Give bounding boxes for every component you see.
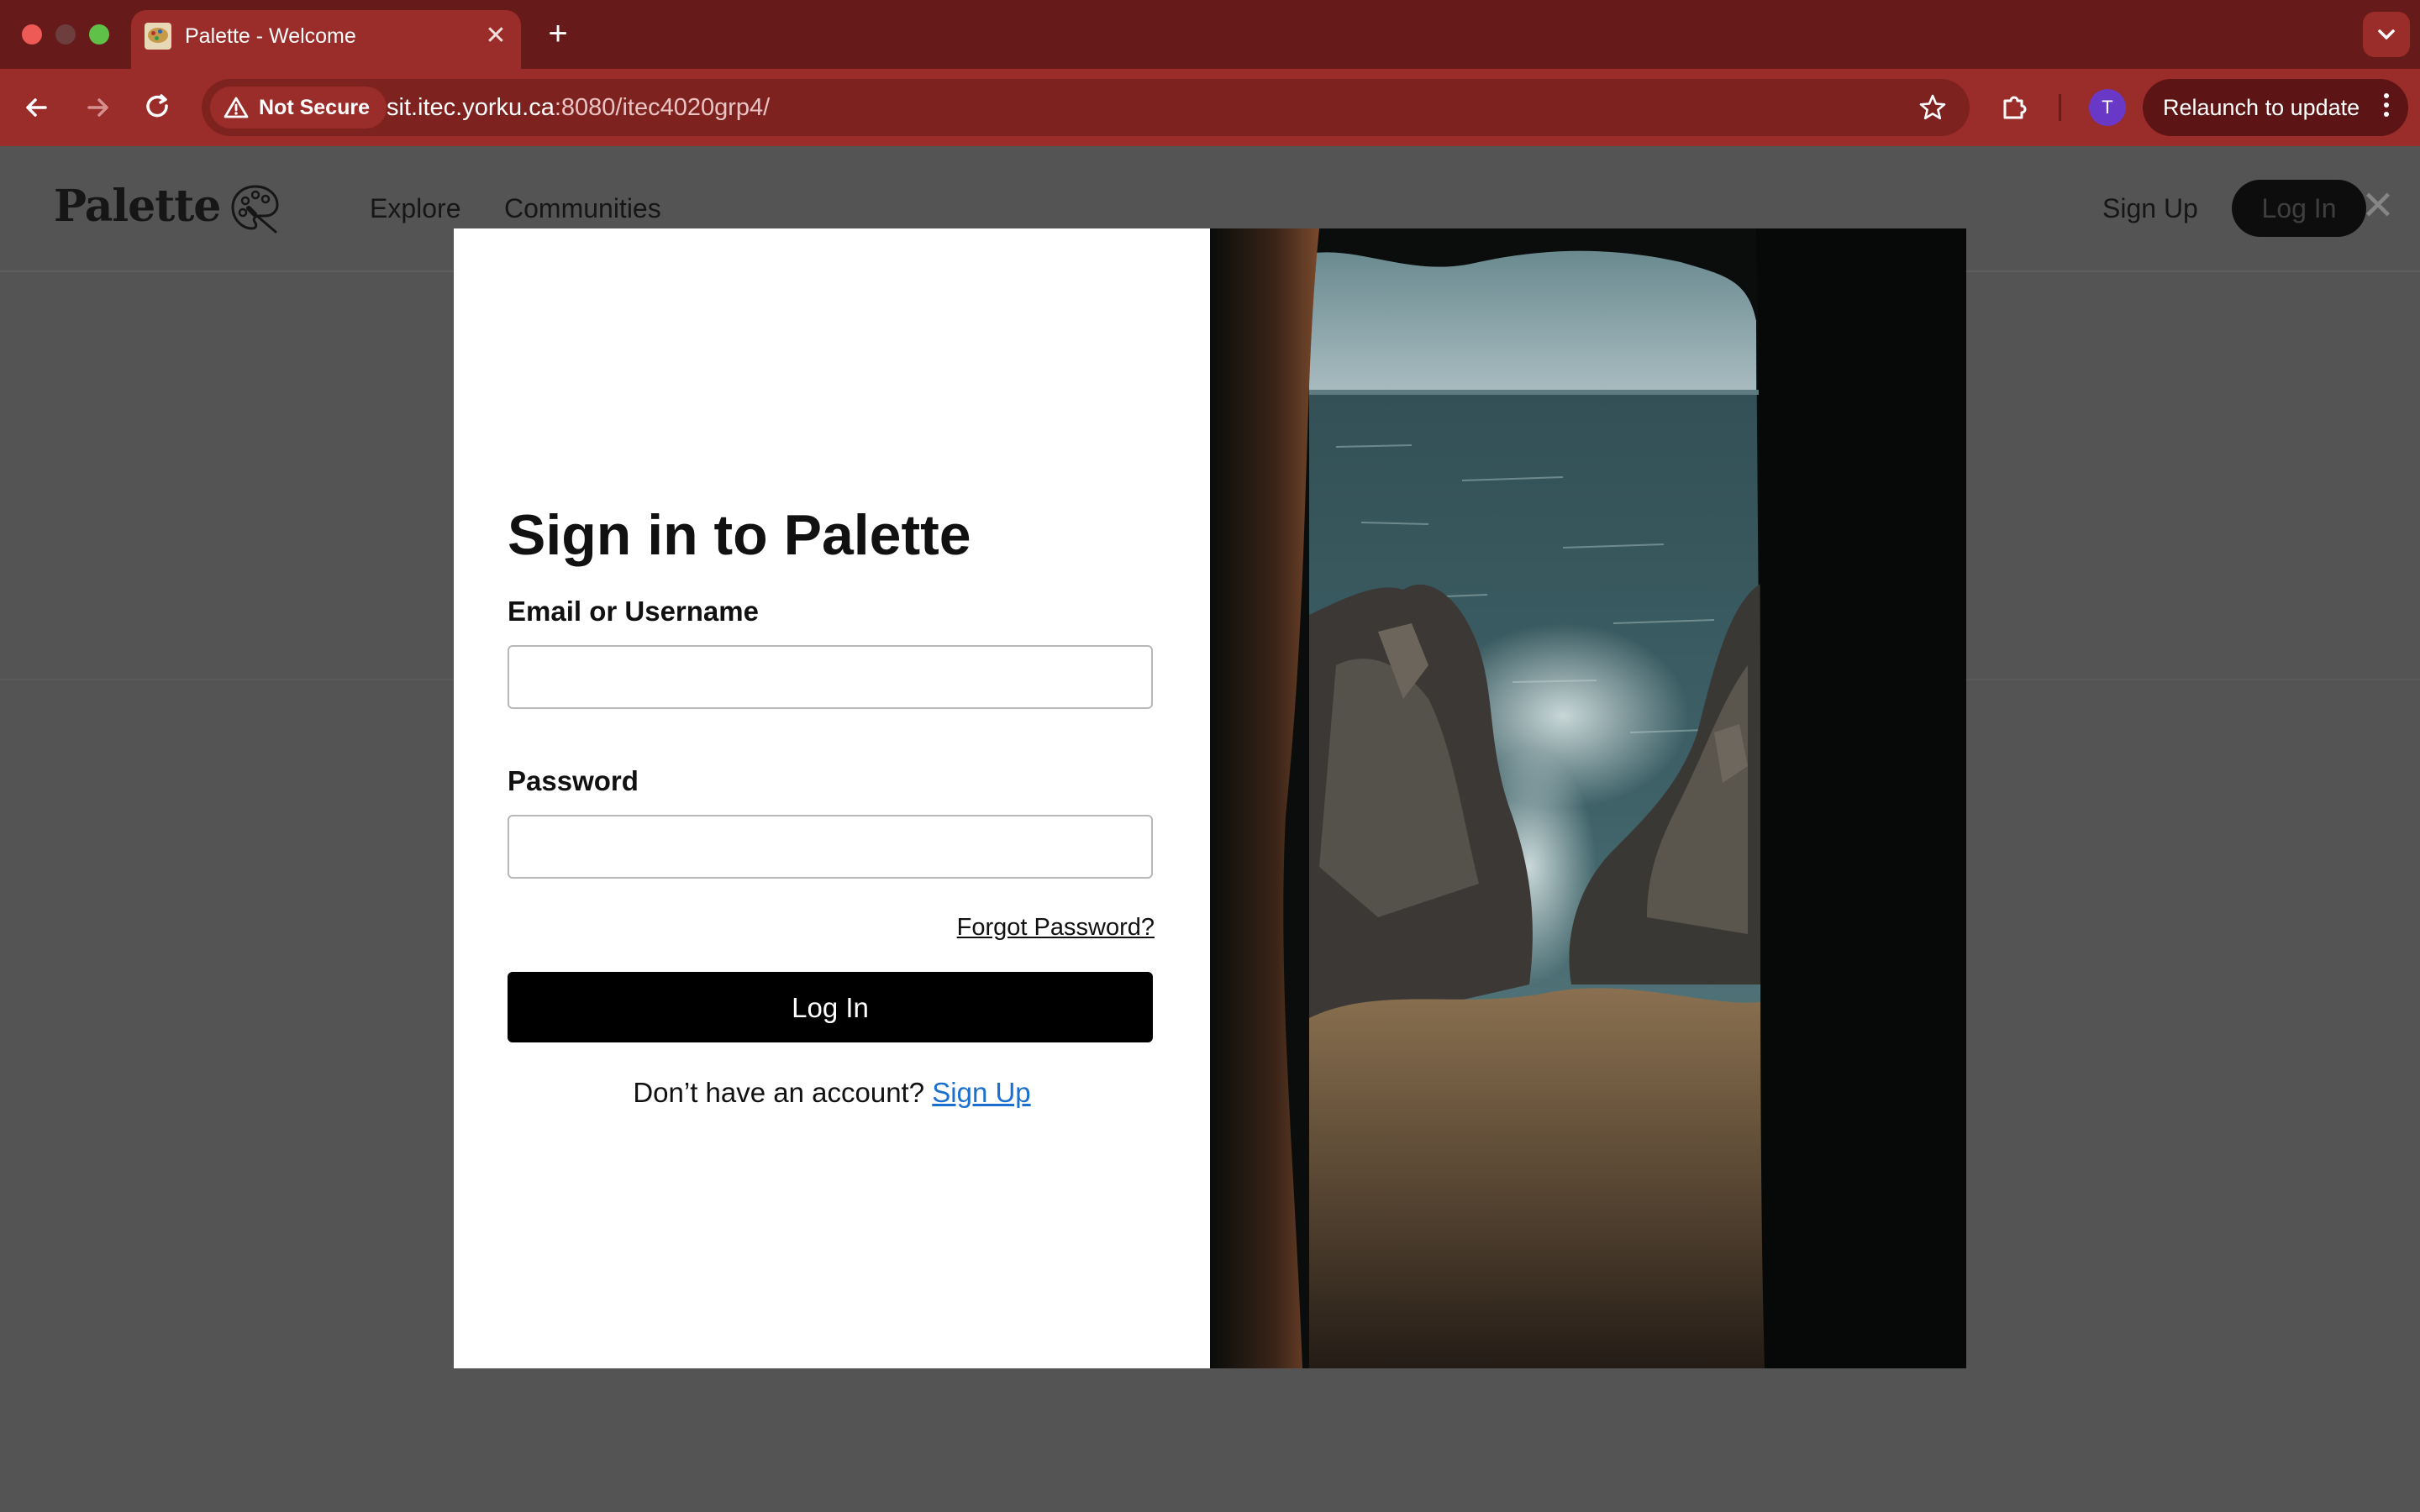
- nav-communities[interactable]: Communities: [504, 192, 661, 225]
- extensions-button[interactable]: [1995, 87, 2035, 128]
- email-field[interactable]: [508, 645, 1153, 709]
- back-button[interactable]: [17, 87, 57, 128]
- address-bar[interactable]: Not Secure sit.itec.yorku.ca:8080/itec40…: [202, 79, 1970, 136]
- new-tab-icon[interactable]: +: [541, 17, 575, 50]
- password-field[interactable]: [508, 815, 1153, 879]
- url-host: sit.itec.yorku.ca: [387, 94, 555, 121]
- nav-log-in-button[interactable]: Log In: [2232, 180, 2366, 237]
- forward-button[interactable]: [77, 87, 118, 128]
- chevron-down-icon: [2378, 29, 2395, 39]
- relaunch-label: Relaunch to update: [2163, 95, 2360, 120]
- security-label: Not Secure: [259, 95, 370, 119]
- bookmark-button[interactable]: [1918, 92, 1948, 123]
- browser-tab-strip: Palette - Welcome ✕ +: [0, 0, 2420, 69]
- url-text[interactable]: sit.itec.yorku.ca:8080/itec4020grp4/: [387, 93, 770, 122]
- site-logo[interactable]: Palette: [54, 180, 221, 234]
- browser-tab-active[interactable]: Palette - Welcome ✕: [131, 10, 521, 69]
- forgot-password-link[interactable]: Forgot Password?: [957, 914, 1155, 942]
- palette-icon: [231, 185, 279, 234]
- star-icon: [1919, 94, 1946, 120]
- arrow-right-icon: [87, 98, 108, 117]
- tab-search-button[interactable]: [2363, 12, 2410, 57]
- palette-favicon-icon: [145, 23, 171, 50]
- hero-image: [1210, 228, 1966, 1368]
- close-icon[interactable]: ✕: [2360, 186, 2396, 227]
- nav-sign-up[interactable]: Sign Up: [2102, 192, 2198, 225]
- toolbar-divider: [2059, 94, 2061, 121]
- browser-toolbar: Not Secure sit.itec.yorku.ca:8080/itec40…: [0, 69, 2420, 146]
- tab-title: Palette - Welcome: [185, 24, 356, 48]
- modal-title: Sign in to Palette: [508, 503, 971, 567]
- reload-button[interactable]: [138, 87, 178, 128]
- profile-avatar[interactable]: T: [2089, 89, 2126, 126]
- security-indicator[interactable]: Not Secure: [210, 87, 387, 129]
- email-label: Email or Username: [508, 596, 759, 627]
- zoom-window-button[interactable]: [89, 24, 109, 45]
- tab-close-icon[interactable]: ✕: [481, 21, 511, 51]
- minimize-window-button[interactable]: [55, 24, 76, 45]
- close-window-button[interactable]: [22, 24, 42, 45]
- sign-up-link[interactable]: Sign Up: [932, 1077, 1030, 1108]
- warning-icon: [224, 97, 249, 118]
- kebab-menu-icon[interactable]: [2381, 91, 2391, 124]
- relaunch-to-update-button[interactable]: Relaunch to update: [2143, 79, 2408, 136]
- no-account-text: Don’t have an account?: [633, 1077, 933, 1108]
- arrow-left-icon: [26, 98, 47, 117]
- reload-icon: [146, 94, 168, 118]
- coastal-cliffs-photo: [1210, 228, 1966, 1368]
- sign-up-prompt: Don’t have an account? Sign Up: [454, 1077, 1210, 1109]
- login-form: Sign in to Palette Email or Username Pas…: [454, 228, 1210, 1368]
- login-modal: Sign in to Palette Email or Username Pas…: [454, 228, 1966, 1368]
- nav-explore[interactable]: Explore: [370, 192, 461, 225]
- password-label: Password: [508, 765, 639, 796]
- url-path: :8080/itec4020grp4/: [554, 94, 771, 121]
- log-in-button[interactable]: Log In: [508, 972, 1153, 1042]
- puzzle-icon: [2003, 96, 2027, 119]
